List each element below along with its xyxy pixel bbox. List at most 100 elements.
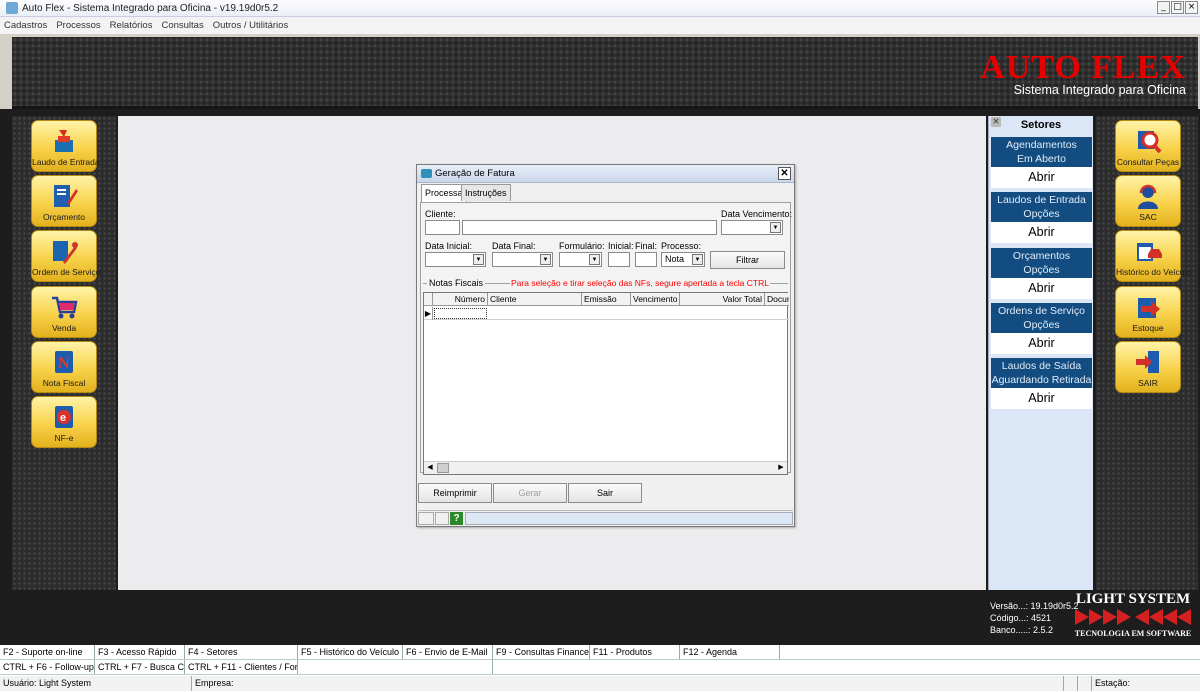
setor-title: Ordens de Serviço [998,305,1085,317]
dialog-titlebar: Geração de Fatura ✕ [417,165,794,183]
row-selector-header [424,293,433,306]
nav-venda[interactable]: Venda [31,286,97,338]
cliente-name-input[interactable] [462,220,717,235]
shortcut-f5[interactable]: F5 - Histórico do Veículo [298,645,403,659]
nav-label: NF-e [54,433,74,443]
nav-sair[interactable]: SAIR [1115,341,1181,393]
menu-outros[interactable]: Outros / Utilitários [213,20,289,31]
setor-title: Laudos de Entrada [997,194,1086,206]
light-system-logo: LIGHT SYSTEM TECNOLOGIA EM SOFTWARE [1071,591,1195,643]
nav-historico-veiculo[interactable]: Histórico do Veículo [1115,230,1191,282]
chevron-down-icon[interactable]: ▼ [540,254,551,265]
scroll-thumb[interactable] [437,463,449,473]
chevron-down-icon[interactable]: ▼ [589,254,600,265]
abrir-laudos-entrada-button[interactable]: Abrir [991,222,1092,243]
svg-text:e: e [60,412,66,424]
nav-label: Consultar Peças [1116,157,1180,167]
shortcut-f2[interactable]: F2 - Suporte on-line [0,645,95,659]
inicial-input[interactable] [608,252,630,267]
tab-instrucoes[interactable]: Instruções [461,184,511,201]
abrir-laudos-saida-button[interactable]: Abrir [991,388,1092,409]
stock-arrow-icon [1138,298,1160,318]
selected-cell[interactable] [434,308,487,319]
column-emissao[interactable]: Emissão [582,293,631,306]
data-vencimento-label: Data Vencimento: [721,209,793,219]
app-icon [6,2,18,14]
shortcut-ctrl-f7[interactable]: CTRL + F7 - Busca CEI [95,660,185,674]
setor-laudos-saida: Laudos de Saída Aguardando Retirada Abrir [991,358,1092,409]
setores-close-icon[interactable]: ✕ [991,117,1001,127]
reimprimir-button[interactable]: Reimprimir [418,483,492,503]
clipboard-icon [55,130,73,152]
status-usuario: Usuário: Light System [0,676,192,691]
column-numero[interactable]: Número [433,293,488,306]
cliente-code-input[interactable] [425,220,460,235]
abrir-orcamentos-button[interactable]: Abrir [991,278,1092,299]
right-nav: Consultar Peças SAC Histórico do Veículo… [1096,116,1198,590]
chevron-down-icon[interactable]: ▼ [473,254,484,265]
dialog-title: Geração de Fatura [435,168,515,179]
shortcut-ctrl-f11[interactable]: CTRL + F11 - Clientes / Forr [185,660,298,674]
close-window-button[interactable]: × [1185,1,1198,14]
chevron-down-icon[interactable]: ▼ [692,254,703,265]
chevron-down-icon[interactable]: ▼ [770,222,781,233]
status-cell [435,512,449,525]
magnifier-icon [1138,131,1162,154]
shortcut-ctrl-f6[interactable]: CTRL + F6 - Follow-up [0,660,95,674]
geracao-fatura-dialog: Geração de Fatura ✕ Processa Instruções … [416,164,795,527]
window-title: Auto Flex - Sistema Integrado para Ofici… [22,2,279,14]
menu-consultas[interactable]: Consultas [161,20,203,31]
final-input[interactable] [635,252,657,267]
tab-processa[interactable]: Processa [421,184,467,202]
filtrar-button[interactable]: Filtrar [710,251,785,269]
data-inicial-picker[interactable]: ▼ [425,252,486,267]
minimize-button[interactable]: _ [1157,1,1170,14]
nav-sac[interactable]: SAC [1115,175,1181,227]
shortcut-f12[interactable]: F12 - Agenda [680,645,780,659]
current-row-indicator-icon: ▶ [424,307,433,320]
setor-subtitle: Em Aberto [1016,153,1067,165]
nota-fiscal-icon: N [55,351,73,373]
abrir-agendamentos-button[interactable]: Abrir [991,167,1092,188]
wrench-icon [53,241,78,264]
shortcut-f4[interactable]: F4 - Setores [185,645,298,659]
shortcut-f9[interactable]: F9 - Consultas Financeir [493,645,590,659]
data-vencimento-picker[interactable]: ▼ [721,220,783,235]
dialog-close-icon[interactable]: ✕ [778,167,791,180]
scroll-left-icon[interactable]: ◀ [424,462,436,474]
nav-label: Laudo de Entrada [32,157,100,167]
nav-estoque[interactable]: Estoque [1115,286,1181,338]
menu-cadastros[interactable]: Cadastros [4,20,47,31]
column-valor-total[interactable]: Valor Total [680,293,765,306]
sair-button[interactable]: Sair [568,483,642,503]
nav-consultar-pecas[interactable]: Consultar Peças [1115,120,1181,172]
column-vencimento[interactable]: Vencimento [631,293,680,306]
maximize-button[interactable]: □ [1171,1,1184,14]
processo-select[interactable]: Nota ▼ [661,252,705,267]
data-final-picker[interactable]: ▼ [492,252,553,267]
horizontal-scrollbar[interactable]: ◀ ▶ [424,461,787,474]
formulario-select[interactable]: ▼ [559,252,602,267]
column-cliente[interactable]: Cliente [488,293,582,306]
scroll-right-icon[interactable]: ▶ [775,462,787,474]
shortcut-f3[interactable]: F3 - Acesso Rápido [95,645,185,659]
nav-nota-fiscal[interactable]: N Nota Fiscal [31,341,97,393]
abrir-ordens-servico-button[interactable]: Abrir [991,333,1092,354]
gerar-button[interactable]: Gerar [493,483,567,503]
menu-relatorios[interactable]: Relatórios [110,20,153,31]
column-documento[interactable]: Docum [765,293,789,306]
banco-text: Banco.....: 2.5.2 [990,625,1054,635]
help-icon[interactable]: ? [450,512,463,525]
shortcut-f11[interactable]: F11 - Produtos [590,645,680,659]
setor-title: Laudos de Saída [1001,360,1082,372]
setor-ordens-servico: Ordens de Serviço Opções Abrir [991,303,1092,354]
nav-laudo-entrada[interactable]: Laudo de Entrada [31,120,100,172]
shortcut-f6[interactable]: F6 - Envio de E-Mail [403,645,493,659]
notas-fiscais-grid[interactable]: Número Cliente Emissão Vencimento Valor … [423,292,789,475]
nav-nfe[interactable]: e NF-e [31,396,97,448]
headset-icon [1138,184,1158,209]
nav-orcamento[interactable]: Orçamento [31,175,97,227]
nav-ordem-servico[interactable]: Ordem de Serviço [31,230,101,282]
menu-processos[interactable]: Processos [56,20,100,31]
table-row[interactable]: ▶ [424,307,789,320]
